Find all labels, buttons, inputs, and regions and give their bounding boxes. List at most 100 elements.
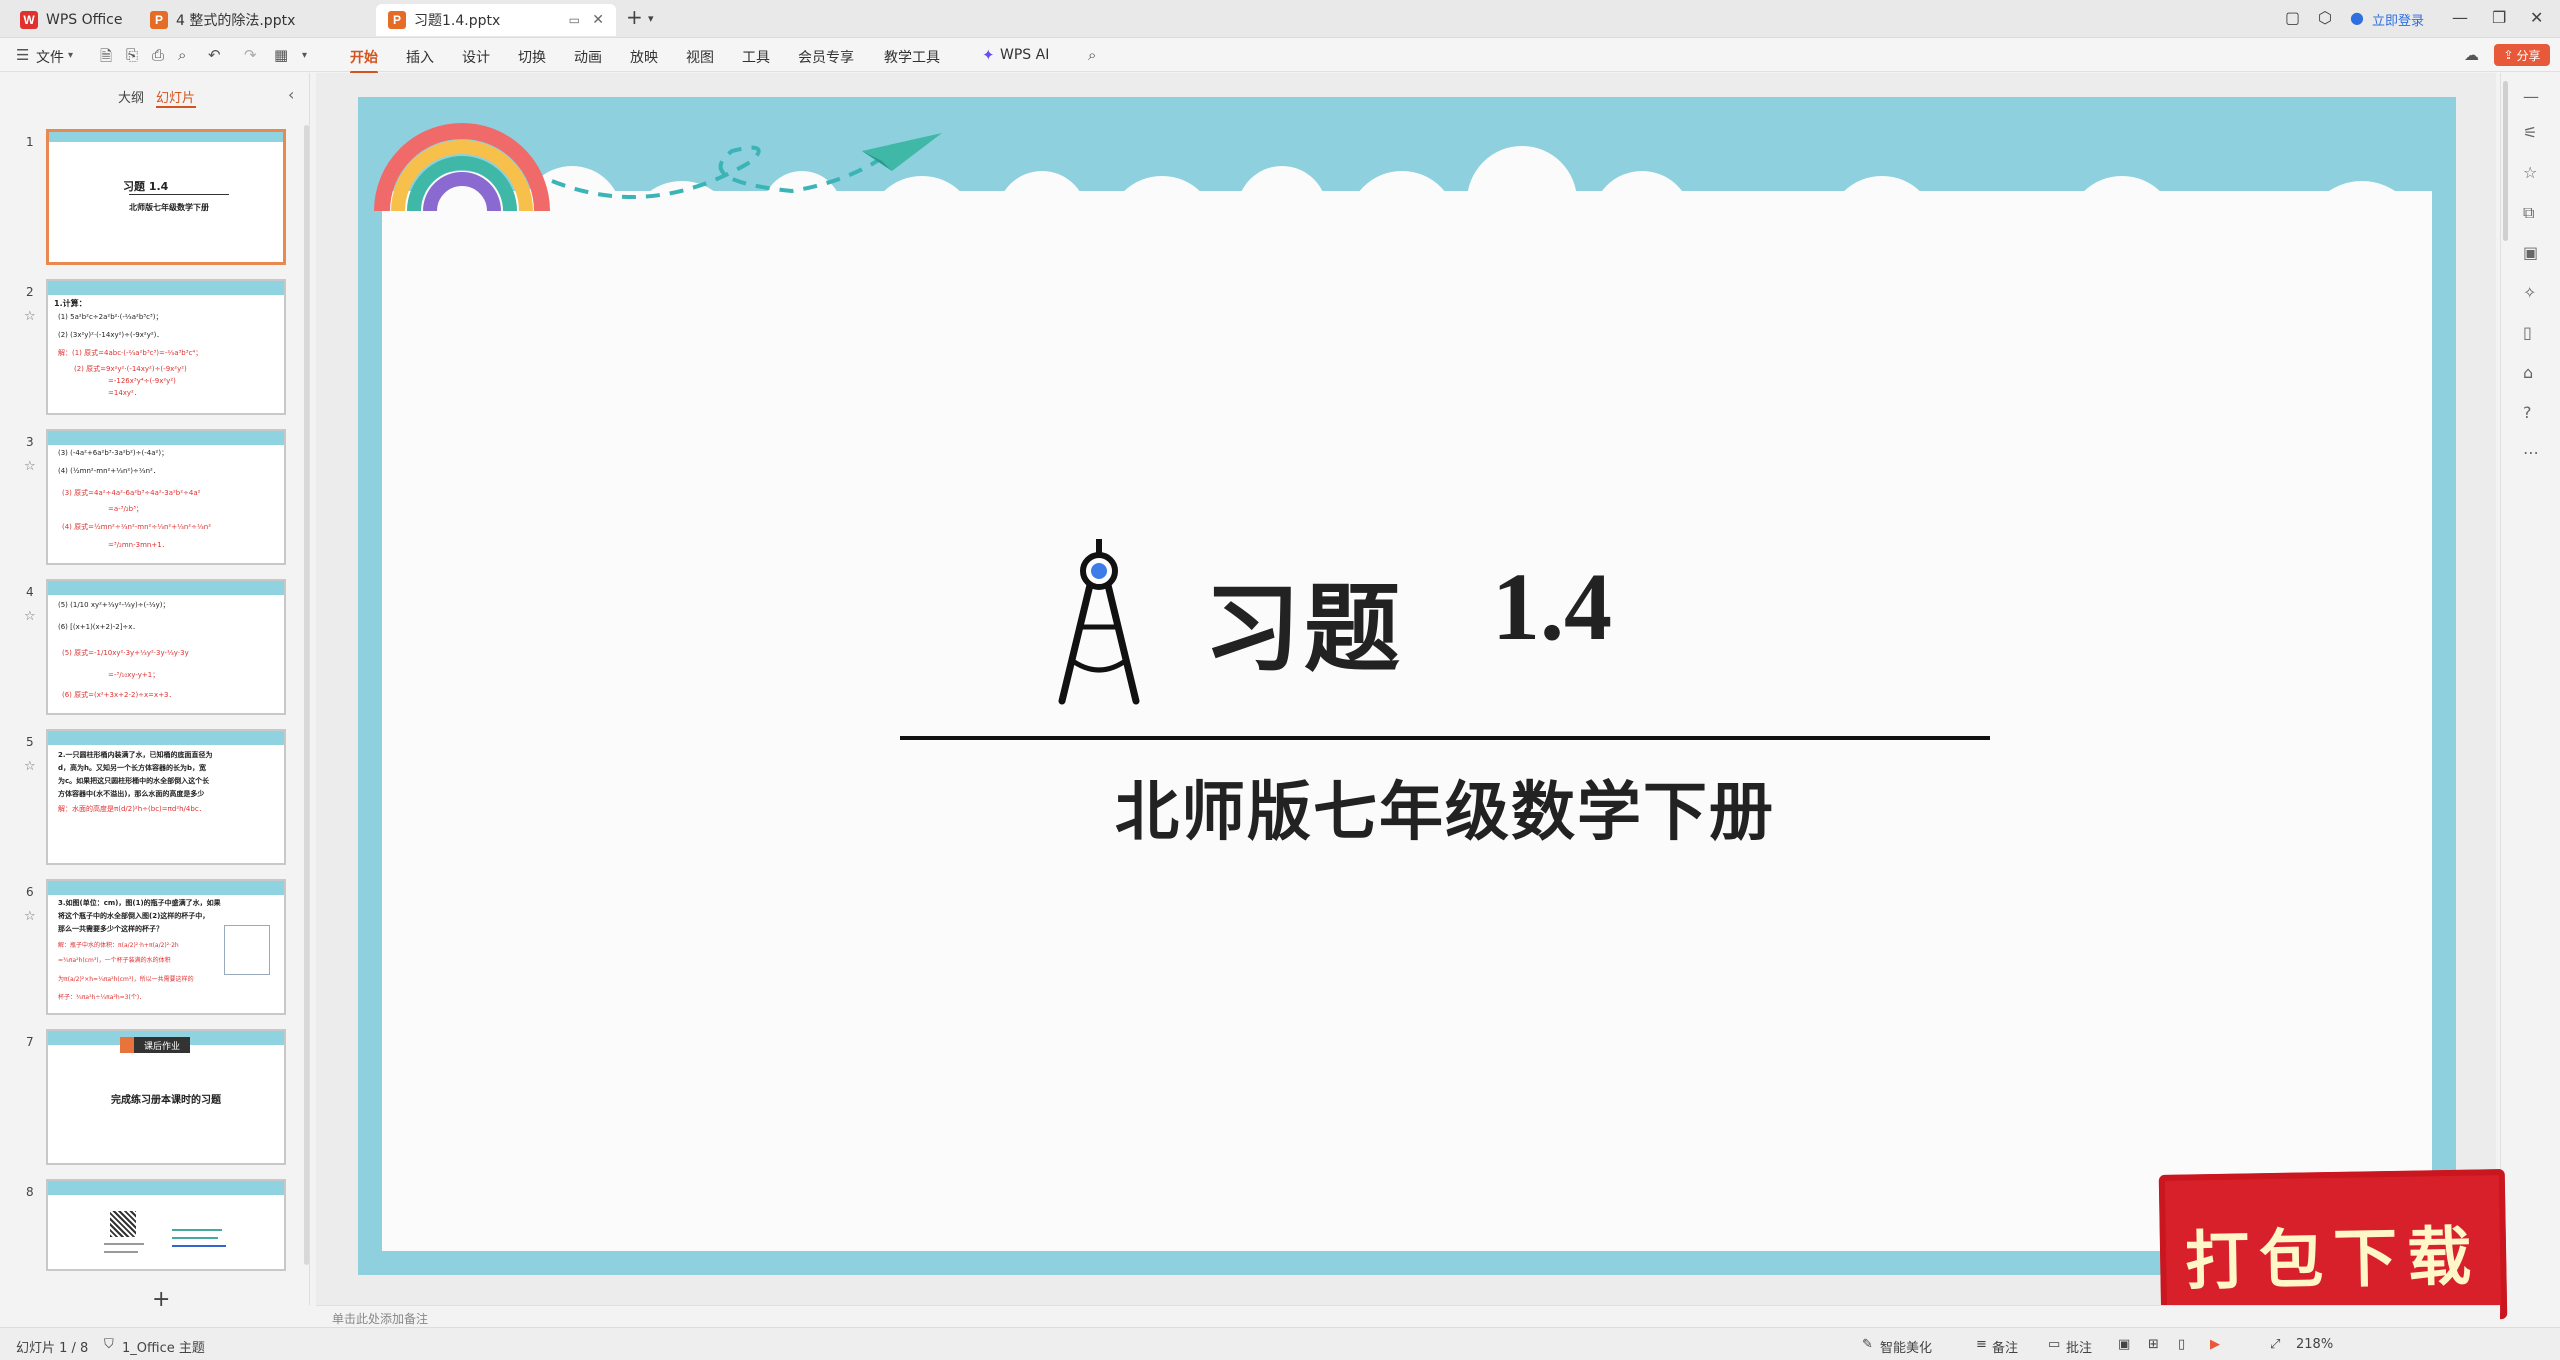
- normal-view-icon[interactable]: ▣: [2118, 1337, 2130, 1352]
- preview-icon[interactable]: ⌕: [178, 46, 186, 64]
- thumb-text-lines: [172, 1245, 226, 1247]
- notes-placeholder: 单击此处添加备注: [332, 1312, 429, 1326]
- collapse-icon[interactable]: —: [2523, 87, 2539, 106]
- zoom-level[interactable]: 218%: [2296, 1337, 2333, 1352]
- star-icon[interactable]: ☆: [2523, 163, 2537, 182]
- theme-name[interactable]: 1_Office 主题: [122, 1337, 205, 1356]
- slide-thumbnail-4[interactable]: (5) (1/10 xy²+⅓y²-⅓y)÷(-⅓y)； (6) [(x+1)(…: [46, 579, 286, 715]
- tab-underline: [156, 106, 196, 108]
- slide-title-word: 习题: [1204, 573, 1404, 685]
- qr-code-icon: [110, 1211, 136, 1237]
- slide-thumbnail-5[interactable]: 2.一只圆柱形桶内装满了水，已知桶的底面直径为 d，高为h。又知另一个长方体容器…: [46, 729, 286, 865]
- book-icon[interactable]: ▯: [2523, 323, 2532, 342]
- restore-icon[interactable]: ❐: [2492, 8, 2506, 27]
- chevron-down-icon[interactable]: ▾: [302, 50, 307, 61]
- collapse-panel-icon[interactable]: ‹: [288, 85, 294, 104]
- slide-editing-canvas: 习题 1.4 北师版七年级数学下册: [316, 73, 2496, 1305]
- search-icon[interactable]: ⌕: [1088, 46, 1096, 64]
- panel-scrollbar[interactable]: [304, 125, 309, 1265]
- slide-thumbnail-panel: 大纲 幻灯片 ‹ 1 习题 1.4 北师版七年级数学下册 2 ☆ 1.计算： (…: [0, 73, 310, 1312]
- star-icon[interactable]: ☆: [24, 459, 36, 474]
- canvas-scrollbar[interactable]: [2503, 81, 2508, 241]
- rainbow-icon: [374, 123, 550, 212]
- current-slide[interactable]: 习题 1.4 北师版七年级数学下册: [358, 97, 2456, 1275]
- export-icon[interactable]: ⎘: [126, 46, 138, 64]
- menu-transition[interactable]: 切换: [518, 47, 546, 67]
- wps-ai-button[interactable]: WPS AI: [1000, 47, 1049, 63]
- play-slideshow-icon[interactable]: ▶: [2210, 1337, 2220, 1352]
- grid-view-icon[interactable]: ⊞: [2148, 1337, 2159, 1352]
- slide-title-number: 1.4: [1492, 553, 1612, 660]
- minimize-icon[interactable]: —: [2452, 8, 2468, 27]
- slide-thumbnail-7[interactable]: 课后作业 完成练习册本课时的习题: [46, 1029, 286, 1165]
- tab-document-division[interactable]: P 4 整式的除法.pptx: [138, 4, 370, 36]
- settings-sliders-icon[interactable]: ⚟: [2523, 123, 2537, 142]
- comments-button[interactable]: 批注: [2066, 1337, 2092, 1356]
- thumb-subtitle: 北师版七年级数学下册: [129, 203, 209, 212]
- magic-wand-icon[interactable]: ✧: [2523, 283, 2536, 302]
- thumbnail-number: 7: [26, 1035, 34, 1049]
- menu-animation[interactable]: 动画: [574, 47, 602, 67]
- chevron-down-icon[interactable]: ▾: [648, 12, 654, 25]
- thumb-line: 2.一只圆柱形桶内装满了水，已知桶的底面直径为: [58, 751, 213, 759]
- hamburger-menu-icon[interactable]: ☰: [16, 46, 29, 64]
- thumb-frame-top: [48, 581, 284, 595]
- reading-view-icon[interactable]: ▯: [2178, 1337, 2185, 1352]
- slide-thumbnail-3[interactable]: (3) (-4a²+6a²b³-3a²b²)÷(-4a²)； (4) (½mn²…: [46, 429, 286, 565]
- shirt-icon[interactable]: ⌂: [2523, 363, 2533, 382]
- fit-window-icon[interactable]: ⤢: [2270, 1337, 2280, 1352]
- slide-thumbnail-1[interactable]: 习题 1.4 北师版七年级数学下册: [46, 129, 286, 265]
- menu-teaching-tools[interactable]: 教学工具: [884, 47, 940, 67]
- file-menu[interactable]: 文件: [36, 47, 64, 67]
- tab-outline[interactable]: 大纲: [118, 87, 144, 106]
- thumb-text-lines: [104, 1251, 138, 1253]
- tab-slides[interactable]: 幻灯片: [156, 87, 195, 106]
- star-icon[interactable]: ☆: [24, 759, 36, 774]
- copy-icon[interactable]: ⧉: [2523, 203, 2534, 223]
- notes-area[interactable]: 单击此处添加备注: [316, 1305, 2500, 1327]
- menu-member[interactable]: 会员专享: [798, 47, 854, 67]
- star-icon[interactable]: ☆: [24, 909, 36, 924]
- status-bar: 幻灯片 1 / 8 ⛉ 1_Office 主题 ✎ 智能美化 ≡ 备注 ▭ 批注…: [0, 1327, 2560, 1360]
- more-icon[interactable]: ⋯: [2523, 443, 2539, 462]
- add-slide-button[interactable]: +: [152, 1287, 170, 1312]
- notes-button[interactable]: 备注: [1992, 1337, 2018, 1356]
- chevron-down-icon[interactable]: ▾: [68, 50, 73, 61]
- undo-icon[interactable]: ↶: [208, 46, 221, 64]
- close-tab-icon[interactable]: ✕: [592, 12, 604, 28]
- image-icon[interactable]: ▣: [2523, 243, 2538, 262]
- layout-icon[interactable]: ▢: [2285, 8, 2300, 27]
- slide-thumbnail-8[interactable]: [46, 1179, 286, 1271]
- slide-thumbnail-6[interactable]: 3.如图(单位：cm)，图(1)的瓶子中盛满了水，如果 将这个瓶子中的水全部倒入…: [46, 879, 286, 1015]
- menu-start[interactable]: 开始: [350, 47, 378, 74]
- login-link[interactable]: 立即登录: [2372, 10, 2424, 29]
- menu-design[interactable]: 设计: [462, 47, 490, 67]
- smart-beautify-button[interactable]: 智能美化: [1880, 1337, 1932, 1356]
- slide-thumbnail-2[interactable]: 1.计算： (1) 5a²b²c÷2a²b²·(-⅔a²b³c³)； (2) (…: [46, 279, 286, 415]
- redo-icon[interactable]: ↷: [244, 46, 257, 64]
- download-watermark-badge[interactable]: 打包下载: [2158, 1168, 2508, 1326]
- close-window-icon[interactable]: ✕: [2530, 8, 2543, 27]
- thumb-line: d，高为h。又知另一个长方体容器的长为b，宽: [58, 764, 207, 772]
- format-painter-icon[interactable]: ▦: [274, 46, 288, 64]
- paper-plane-icon: [551, 133, 942, 199]
- monitor-icon[interactable]: ▭: [569, 13, 580, 27]
- cloud-sync-icon[interactable]: ☁: [2464, 46, 2479, 64]
- thumbnail-number: 3: [26, 435, 34, 449]
- menu-slideshow[interactable]: 放映: [630, 47, 658, 67]
- cube-icon[interactable]: ⬡: [2318, 8, 2332, 27]
- star-icon[interactable]: ☆: [24, 609, 36, 624]
- star-icon[interactable]: ☆: [24, 309, 36, 324]
- user-icon[interactable]: ●: [2350, 8, 2364, 27]
- new-tab-icon[interactable]: +: [626, 5, 643, 29]
- share-button[interactable]: ⇪ 分享: [2494, 44, 2550, 66]
- save-icon[interactable]: 🗎: [100, 46, 112, 71]
- help-icon[interactable]: ?: [2523, 403, 2532, 422]
- menu-tools[interactable]: 工具: [742, 47, 770, 67]
- print-icon[interactable]: ⎙: [152, 46, 164, 64]
- tab-document-exercise[interactable]: P 习题1.4.pptx ▭ ✕: [376, 4, 616, 36]
- thumb-frame-top: [48, 731, 284, 745]
- menu-view[interactable]: 视图: [686, 47, 714, 67]
- menu-insert[interactable]: 插入: [406, 47, 434, 67]
- tab-wps-office[interactable]: W WPS Office: [8, 4, 138, 36]
